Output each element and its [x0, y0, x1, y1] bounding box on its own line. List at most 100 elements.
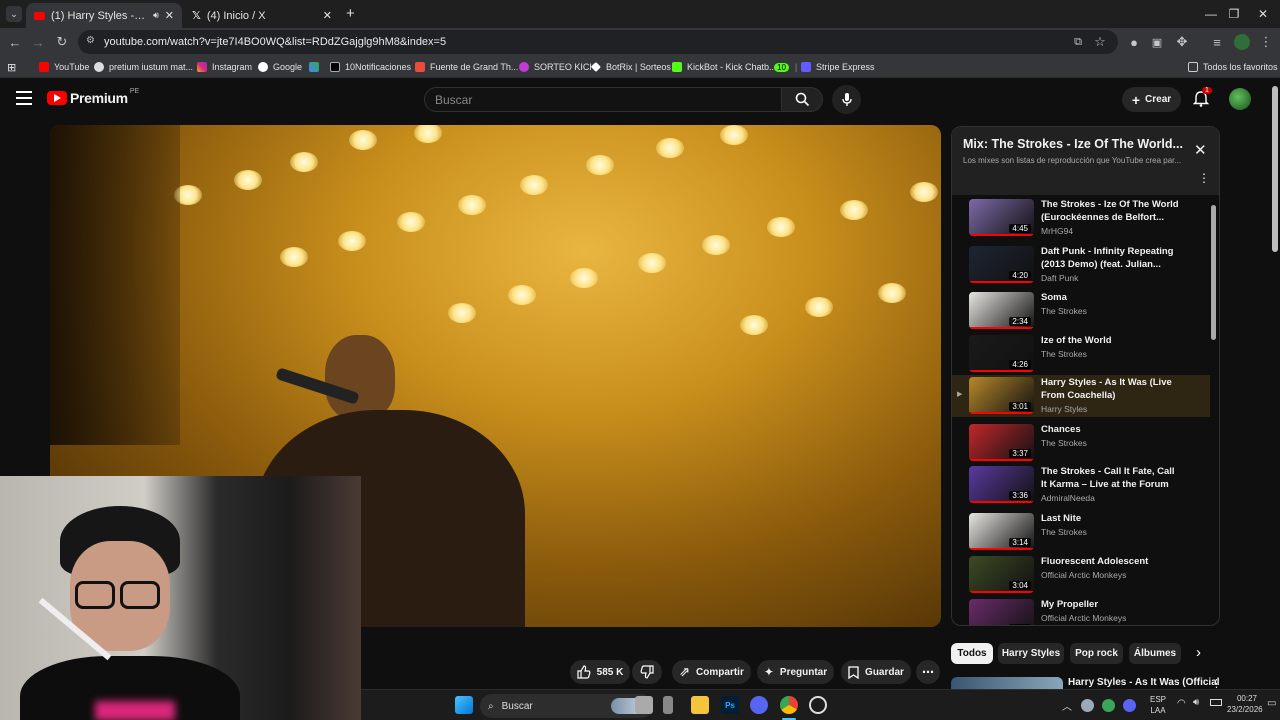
profile-avatar[interactable]: [1232, 32, 1252, 52]
reading-list-icon[interactable]: ≡: [1207, 32, 1227, 52]
bookmark-botrix[interactable]: BotRix | Sorteos: [591, 59, 671, 75]
language-indicator[interactable]: ESP LAA: [1150, 694, 1166, 716]
playlist-item-thumbnail[interactable]: 4:45: [969, 199, 1034, 236]
tab-close-icon[interactable]: ✕: [323, 9, 332, 22]
all-bookmarks-folder[interactable]: Todos los favoritos: [1188, 59, 1278, 75]
playlist-menu-icon[interactable]: ⋮: [1198, 171, 1210, 185]
search-button[interactable]: [781, 87, 823, 112]
obs-icon[interactable]: [809, 696, 827, 714]
forward-arrow-icon[interactable]: →: [28, 32, 48, 52]
playlist-item[interactable]: 4:45 The Strokes - Ize Of The World (Euro…: [952, 197, 1210, 239]
dislike-button[interactable]: [632, 660, 662, 684]
install-app-icon[interactable]: ⧉: [1068, 32, 1088, 52]
address-bar[interactable]: ⚙ youtube.com/watch?v=jte7I4BO0WQ&list=R…: [78, 30, 1118, 54]
bookmark-numbered[interactable]: 10 |: [774, 59, 797, 75]
voice-search-button[interactable]: [832, 85, 861, 114]
windows-start-icon[interactable]: [455, 696, 473, 714]
save-button[interactable]: Guardar: [841, 660, 911, 684]
bookmark-pretium[interactable]: pretium iustum mat...: [94, 59, 193, 75]
back-arrow-icon[interactable]: ←: [5, 32, 25, 52]
new-tab-button[interactable]: +: [346, 5, 355, 22]
chip-todos[interactable]: Todos: [951, 643, 993, 664]
reload-icon[interactable]: ↻: [52, 32, 72, 52]
chip-harry-styles[interactable]: Harry Styles: [998, 643, 1064, 664]
like-button[interactable]: 585 K: [570, 660, 630, 684]
chrome-icon[interactable]: [780, 696, 798, 714]
bookmark-instagram[interactable]: Instagram: [197, 59, 252, 75]
extension-icon[interactable]: ●: [1124, 32, 1144, 52]
bookmark-google[interactable]: Google: [258, 59, 302, 75]
playlist-item-thumbnail[interactable]: 4:20: [969, 246, 1034, 283]
taskbar-search[interactable]: ⌕ Buscar: [480, 694, 653, 718]
bookmark-extension[interactable]: [309, 59, 324, 75]
clock[interactable]: 00:27 23/2/2026: [1227, 693, 1263, 715]
close-window-button[interactable]: ✕: [1240, 0, 1280, 28]
playlist-item-thumbnail[interactable]: 4:26: [969, 335, 1034, 372]
extension-icon-2[interactable]: ▣: [1147, 32, 1167, 52]
extensions-puzzle-icon[interactable]: ✥: [1172, 32, 1192, 52]
bookmark-sorteo-kick[interactable]: SORTEO KICK: [519, 59, 595, 75]
playlist-title[interactable]: Mix: The Strokes - Ize Of The World...: [963, 137, 1183, 151]
wifi-icon[interactable]: ◠: [1177, 698, 1186, 709]
speaker-icon[interactable]: 🔊︎: [153, 10, 159, 21]
apps-grid-icon[interactable]: ⊞: [7, 59, 16, 75]
tray-icon[interactable]: [1123, 699, 1136, 712]
more-actions-button[interactable]: ⋯: [916, 660, 940, 684]
playlist-item[interactable]: 3:04 Fluorescent Adolescent Official Arcti…: [952, 554, 1210, 596]
bookmark-x-notifications[interactable]: 10Notificaciones: [330, 59, 411, 75]
ask-button[interactable]: ✦ Preguntar: [757, 660, 834, 684]
chip-albumes[interactable]: Álbumes: [1129, 643, 1181, 664]
notification-center-icon[interactable]: ▭: [1267, 698, 1276, 709]
playlist-item-thumbnail[interactable]: 3:26: [969, 599, 1034, 625]
playlist-item[interactable]: 3:36 The Strokes - Call It Fate, Call It …: [952, 464, 1210, 506]
account-avatar[interactable]: [1229, 88, 1251, 110]
bookmark-star-icon[interactable]: ☆: [1090, 32, 1110, 52]
show-hidden-icons[interactable]: ︿: [1062, 698, 1072, 713]
site-info-icon[interactable]: ⚙: [86, 35, 95, 46]
tab-close-icon[interactable]: ✕: [165, 9, 174, 22]
bookmark-grand-theft[interactable]: Fuente de Grand Th...: [415, 59, 518, 75]
playlist-scrollbar[interactable]: [1211, 205, 1216, 340]
tray-icon[interactable]: [1081, 699, 1094, 712]
playlist-item[interactable]: 3:37 Chances The Strokes: [952, 422, 1210, 464]
playlist-item[interactable]: 4:20 Daft Punk - Infinity Repeating (2013…: [952, 244, 1210, 286]
youtube-logo[interactable]: Premium PE: [47, 88, 139, 106]
playlist-item-thumbnail[interactable]: 3:36: [969, 466, 1034, 503]
playlist-item[interactable]: ▶ 3:01 Harry Styles - As It Was (Live From…: [952, 375, 1210, 417]
task-view-icon[interactable]: [635, 696, 653, 714]
bookmark-stripe[interactable]: Stripe Express: [801, 59, 875, 75]
battery-icon[interactable]: [1210, 699, 1222, 706]
page-scrollbar[interactable]: [1272, 86, 1278, 252]
tab-youtube[interactable]: (1) Harry Styles - As It Was 🔊︎ ✕: [26, 3, 182, 28]
tab-x[interactable]: 𝕏 (4) Inicio / X ✕: [184, 3, 340, 28]
volume-icon[interactable]: 🔊︎: [1193, 697, 1199, 708]
chip-pop-rock[interactable]: Pop rock: [1070, 643, 1123, 664]
chips-next-icon[interactable]: ›: [1196, 644, 1201, 661]
playlist-item-thumbnail[interactable]: 3:04: [969, 556, 1034, 593]
create-button[interactable]: + Crear: [1122, 87, 1181, 112]
file-explorer-icon[interactable]: [691, 696, 709, 714]
hamburger-menu-icon[interactable]: [16, 91, 32, 105]
bookmark-youtube[interactable]: YouTube: [39, 59, 89, 75]
share-button[interactable]: ⇗ Compartir: [672, 660, 751, 684]
playlist-item[interactable]: 2:34 Soma The Strokes: [952, 290, 1210, 332]
playlist-item[interactable]: 4:26 Ize of the World The Strokes: [952, 333, 1210, 375]
search-input[interactable]: Buscar: [424, 87, 782, 112]
playlist-item-thumbnail[interactable]: 2:34: [969, 292, 1034, 329]
tab-search-button[interactable]: ⌄: [6, 6, 22, 22]
next-video-thumbnail[interactable]: [951, 677, 1063, 689]
photoshop-icon[interactable]: Ps: [721, 696, 739, 714]
playlist-item-thumbnail[interactable]: 3:37: [969, 424, 1034, 461]
tray-icon[interactable]: [1102, 699, 1115, 712]
playlist-item[interactable]: 3:26 My Propeller Official Arctic Monkeys: [952, 597, 1210, 625]
next-video-title[interactable]: Harry Styles - As It Was (Official: [1068, 677, 1220, 688]
playlist-item[interactable]: 3:14 Last Nite The Strokes: [952, 511, 1210, 553]
playlist-item-thumbnail[interactable]: 3:14: [969, 513, 1034, 550]
browser-menu-icon[interactable]: ⋮: [1256, 32, 1276, 52]
notifications-button[interactable]: 1: [1193, 87, 1212, 107]
discord-icon[interactable]: [750, 696, 768, 714]
playlist-item-thumbnail[interactable]: 3:01: [969, 377, 1034, 414]
close-playlist-icon[interactable]: ✕: [1194, 141, 1207, 159]
bookmark-kickbot[interactable]: KickBot - Kick Chatb...: [672, 59, 777, 75]
app-icon[interactable]: [663, 696, 673, 714]
